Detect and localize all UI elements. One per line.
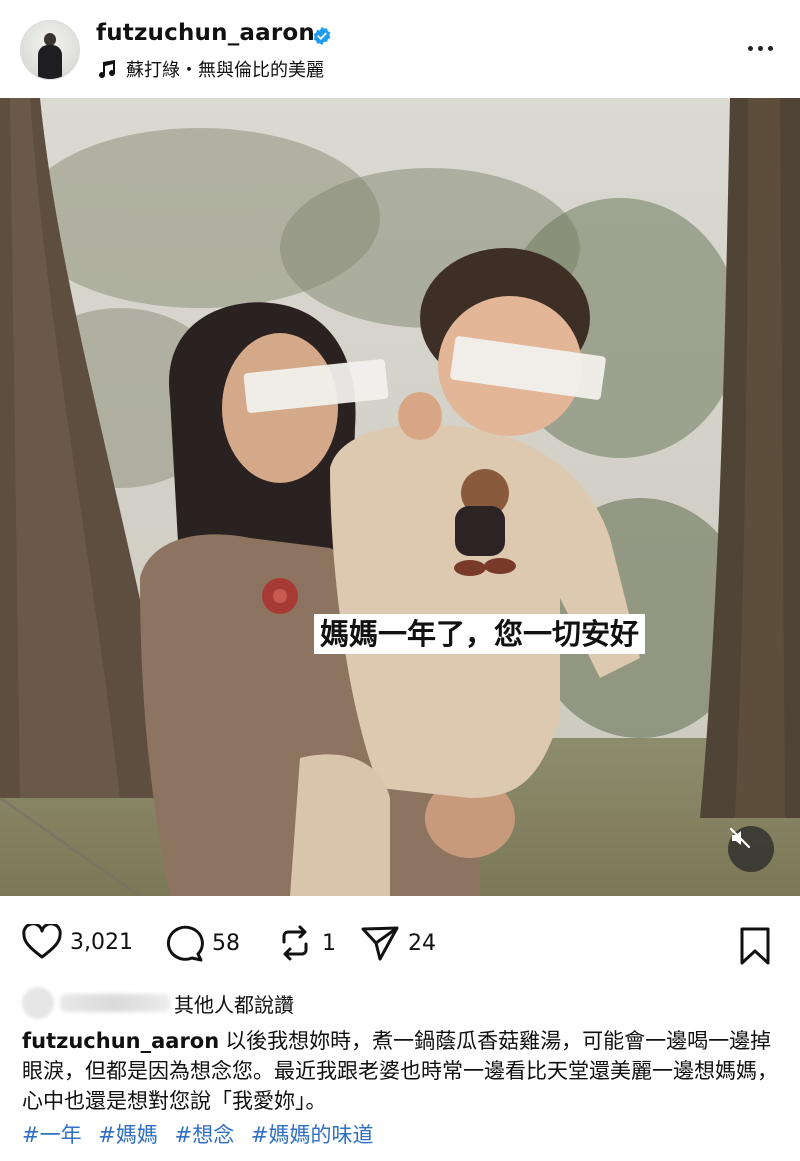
bookmark-icon[interactable] [738,926,772,966]
heart-icon [22,924,62,959]
share-count: 24 [408,930,436,956]
post-actions: 3,021 58 1 24 [0,906,800,978]
hashtags: #一年 #媽媽 #想念 #媽媽的味道 [22,1120,384,1150]
liked-by-text: 其他人都說讚 [174,992,294,1017]
liked-by-name-blurred [60,994,170,1012]
comment-count: 58 [212,930,240,956]
music-note-icon [99,60,116,79]
repost-button[interactable]: 1 [276,924,336,962]
avatar[interactable] [20,20,80,80]
post-caption: futzuchun_aaron 以後我想妳時，煮一鍋蔭瓜香菇雞湯，可能會一邊喝一邊… [22,1026,782,1116]
hashtag-link[interactable]: #一年 [22,1123,82,1147]
post-header: futzuchun_aaron 蘇打綠・無與倫比的美麗 [0,0,800,98]
photo-illustration [0,98,800,896]
mute-icon[interactable] [728,826,774,872]
post-photo[interactable]: 媽媽一年了，您一切安好 [0,98,800,896]
like-count: 3,021 [70,929,133,955]
repost-count: 1 [322,930,336,956]
music-title: 蘇打綠・無與倫比的美麗 [126,60,324,81]
share-button[interactable]: 24 [360,924,436,962]
send-icon [361,926,399,961]
caption-username[interactable]: futzuchun_aaron [22,1029,219,1053]
comment-icon [166,925,204,962]
comment-button[interactable]: 58 [164,924,240,962]
like-button[interactable]: 3,021 [22,924,133,960]
verified-badge-icon [313,26,331,46]
photo-caption-overlay: 媽媽一年了，您一切安好 [314,614,646,654]
hashtag-link[interactable]: #想念 [175,1123,235,1147]
repost-icon [282,925,308,961]
username[interactable]: futzuchun_aaron [96,20,315,46]
liked-by-avatar [22,987,54,1019]
more-options-icon[interactable] [744,38,776,58]
music-row[interactable]: 蘇打綠・無與倫比的美麗 [96,56,324,82]
liked-by-row[interactable]: 其他人都說讚 [22,985,294,1021]
hashtag-link[interactable]: #媽媽的味道 [251,1123,374,1147]
hashtag-link[interactable]: #媽媽 [98,1123,158,1147]
